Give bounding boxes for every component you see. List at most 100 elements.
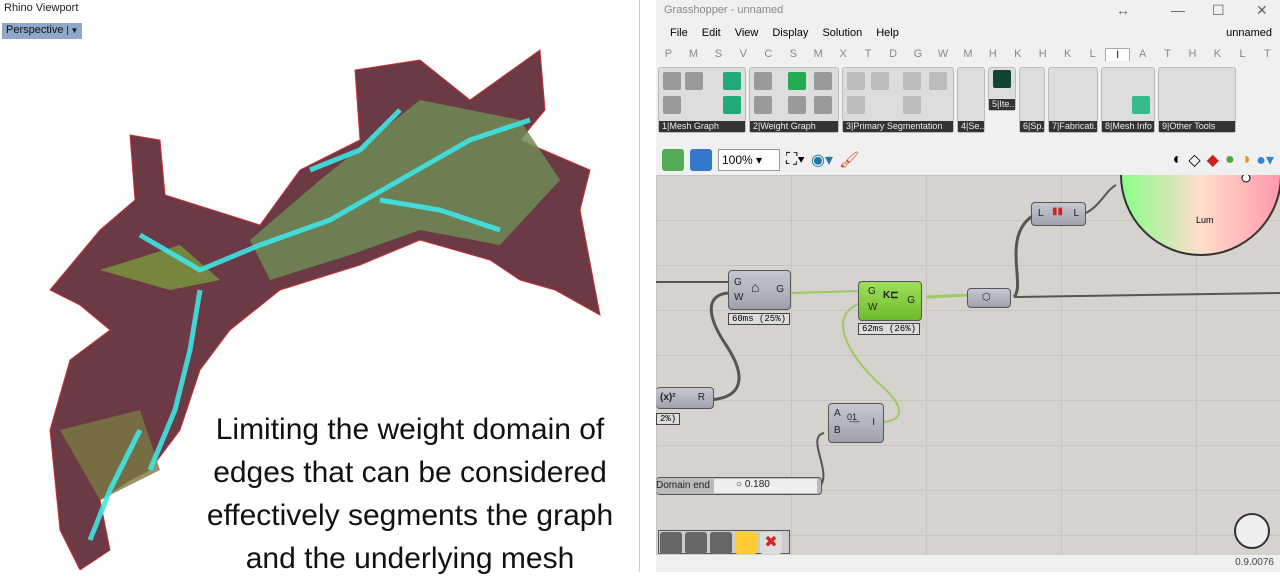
- zoom-extents-icon[interactable]: ⛶▾: [786, 151, 805, 169]
- document-name: unnamed: [1226, 27, 1272, 39]
- caption-overlay: Limiting the weight domain of edges that…: [180, 408, 640, 580]
- tab-p[interactable]: P: [656, 48, 681, 61]
- group-label: 7|Fabricati...: [1049, 121, 1097, 132]
- output-i[interactable]: I: [872, 417, 875, 428]
- group-other-tools[interactable]: 9|Other Tools: [1158, 67, 1236, 133]
- group-label: 3|Primary Segmentation: [843, 121, 953, 132]
- graph-icon[interactable]: [735, 532, 757, 554]
- menu-view[interactable]: View: [735, 27, 759, 43]
- construct-domain-component[interactable]: A B 0̲1̲ I: [828, 403, 884, 443]
- group-label: 5|Ite...: [989, 99, 1015, 110]
- grasshopper-canvas[interactable]: G W ⌂ G 60ms (25%) G W K⊏ G 62ms (26%) ⬡…: [656, 175, 1280, 555]
- slider-knob-icon[interactable]: ○: [736, 479, 745, 490]
- expression-label: (x)²: [660, 392, 676, 403]
- input-b[interactable]: B: [834, 425, 841, 436]
- menu-solution[interactable]: Solution: [822, 27, 862, 43]
- rhino-viewport[interactable]: Rhino Viewport Perspective ▼ Limiting the…: [0, 0, 640, 575]
- preview-eye-icon[interactable]: ◉▾: [811, 150, 833, 170]
- input-l[interactable]: L: [1038, 208, 1044, 219]
- tab-k[interactable]: K: [1005, 48, 1030, 61]
- sketch-icon[interactable]: 🖌: [839, 150, 859, 170]
- input-w[interactable]: W: [734, 292, 743, 303]
- bake-icon[interactable]: [660, 532, 682, 554]
- canvas-toolbar: 100% ▾ ⛶▾ ◉▾ 🖌 ◐ ◇ ◆ ● ◑ ●▾: [656, 146, 1280, 174]
- ribbon: 1|Mesh Graph 2|Weight Graph 3|Primary Se…: [658, 67, 1278, 137]
- tab-s[interactable]: S: [781, 48, 806, 61]
- k-graph-component[interactable]: G W K⊏ G: [858, 281, 922, 321]
- tab-x[interactable]: X: [831, 48, 856, 61]
- menu-display[interactable]: Display: [772, 27, 808, 43]
- menu-help[interactable]: Help: [876, 27, 899, 43]
- group-label: 2|Weight Graph: [750, 121, 838, 132]
- tab-m[interactable]: M: [681, 48, 706, 61]
- tab-t[interactable]: T: [1155, 48, 1180, 61]
- menu-edit[interactable]: Edit: [702, 27, 721, 43]
- tab-v[interactable]: V: [731, 48, 756, 61]
- tab-l[interactable]: L: [1230, 48, 1255, 61]
- group-mesh-graph[interactable]: 1|Mesh Graph: [658, 67, 746, 133]
- group-4[interactable]: 4|Se...: [957, 67, 985, 133]
- group-primary-segmentation[interactable]: 3|Primary Segmentation: [842, 67, 954, 133]
- tab-k[interactable]: K: [1055, 48, 1080, 61]
- color-icon[interactable]: ●: [1225, 151, 1235, 169]
- expression-component[interactable]: (x)² R: [656, 387, 714, 409]
- input-g[interactable]: G: [734, 277, 742, 288]
- group-fabrication[interactable]: 7|Fabricati...: [1048, 67, 1098, 133]
- tab-a[interactable]: A: [1130, 48, 1155, 61]
- navigation-dial[interactable]: [1234, 513, 1270, 549]
- input-a[interactable]: A: [834, 408, 841, 419]
- menu-file[interactable]: File: [670, 27, 688, 43]
- output-l[interactable]: L: [1073, 208, 1079, 219]
- domain-end-slider[interactable]: Domain end ○ 0.180: [656, 477, 822, 495]
- shaded-icon[interactable]: ◆: [1207, 150, 1219, 170]
- input-g[interactable]: G: [868, 286, 876, 297]
- minimize-button[interactable]: —: [1171, 2, 1185, 18]
- tab-l[interactable]: L: [1080, 48, 1105, 61]
- tab-k[interactable]: K: [1205, 48, 1230, 61]
- tab-d[interactable]: D: [881, 48, 906, 61]
- tab-g[interactable]: G: [906, 48, 931, 61]
- relay-component[interactable]: ⬡: [967, 288, 1011, 308]
- tab-t[interactable]: T: [856, 48, 881, 61]
- wireframe-icon[interactable]: ◇: [1188, 150, 1200, 170]
- input-w[interactable]: W: [868, 302, 877, 313]
- grasshopper-window: Grasshopper - unnamed ↔ — ☐ ✕ File Edit …: [656, 0, 1280, 572]
- mesh-hex-icon[interactable]: [685, 532, 707, 554]
- tab-c[interactable]: C: [756, 48, 781, 61]
- tab-h[interactable]: H: [1030, 48, 1055, 61]
- close-button[interactable]: ✕: [1256, 2, 1268, 19]
- slider-track[interactable]: ○ 0.180: [714, 479, 817, 493]
- bottom-toolbar: ✖: [658, 530, 790, 554]
- tab-h[interactable]: H: [1180, 48, 1205, 61]
- bar-chart-icon: ▮▮: [1052, 206, 1064, 217]
- tab-h[interactable]: H: [980, 48, 1005, 61]
- sphere-icon[interactable]: ●▾: [1256, 150, 1274, 170]
- tab-w[interactable]: W: [930, 48, 955, 61]
- group-6[interactable]: 6|Sp...: [1019, 67, 1045, 133]
- tab-t[interactable]: T: [1255, 48, 1280, 61]
- delete-icon[interactable]: ✖: [760, 532, 782, 554]
- material-icon[interactable]: ◑: [1241, 151, 1251, 169]
- weight-graph-component[interactable]: G W ⌂ G: [728, 270, 791, 310]
- preview-mode-icon[interactable]: ◐: [1173, 151, 1183, 169]
- group-weight-graph[interactable]: 2|Weight Graph: [749, 67, 839, 133]
- open-file-icon[interactable]: [662, 149, 684, 171]
- maximize-button[interactable]: ☐: [1212, 2, 1225, 19]
- output-r[interactable]: R: [698, 392, 705, 403]
- lum-component[interactable]: L ▮▮ L: [1031, 202, 1086, 226]
- tab-s[interactable]: S: [706, 48, 731, 61]
- tab-m[interactable]: M: [955, 48, 980, 61]
- zoom-select[interactable]: 100% ▾: [718, 149, 780, 171]
- group-5[interactable]: 5|Ite...: [988, 67, 1016, 111]
- k-graph-icon: K⊏: [883, 290, 899, 301]
- ring-icon[interactable]: [710, 532, 732, 554]
- tab-i[interactable]: I: [1105, 48, 1131, 61]
- save-icon[interactable]: [690, 149, 712, 171]
- output-g[interactable]: G: [907, 295, 915, 306]
- group-mesh-info[interactable]: 8|Mesh Info: [1101, 67, 1155, 133]
- output-g[interactable]: G: [776, 284, 784, 295]
- color-wheel[interactable]: [1111, 175, 1280, 275]
- domain-icon: 0̲1̲: [847, 412, 858, 422]
- group-label: 8|Mesh Info: [1102, 121, 1154, 132]
- tab-m[interactable]: M: [806, 48, 831, 61]
